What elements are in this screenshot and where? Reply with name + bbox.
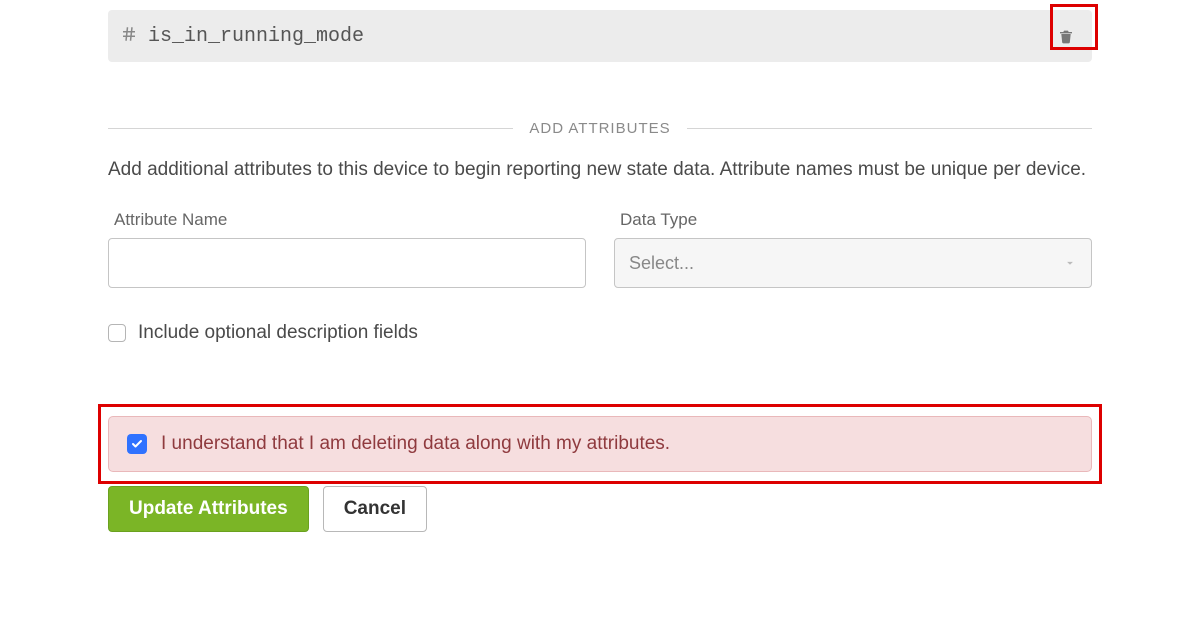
data-type-label: Data Type xyxy=(620,210,1092,230)
trash-icon xyxy=(1058,27,1074,45)
data-type-selected: Select... xyxy=(629,253,694,274)
attribute-row: is_in_running_mode xyxy=(108,10,1092,62)
check-icon xyxy=(131,438,143,450)
delete-confirm-checkbox[interactable] xyxy=(127,434,147,454)
delete-attribute-button[interactable] xyxy=(1052,27,1080,45)
data-type-select[interactable]: Select... xyxy=(614,238,1092,288)
update-attributes-button[interactable]: Update Attributes xyxy=(108,486,309,532)
delete-confirm-label[interactable]: I understand that I am deleting data alo… xyxy=(161,433,670,455)
delete-confirm-banner: I understand that I am deleting data alo… xyxy=(108,416,1092,472)
optional-description-label[interactable]: Include optional description fields xyxy=(138,322,418,344)
section-divider: ADD ATTRIBUTES xyxy=(108,120,1092,137)
section-description: Add additional attributes to this device… xyxy=(108,155,1092,184)
optional-description-checkbox[interactable] xyxy=(108,324,126,342)
hash-icon xyxy=(120,25,138,48)
section-heading: ADD ATTRIBUTES xyxy=(513,120,686,137)
attribute-name-label: Attribute Name xyxy=(114,210,586,230)
cancel-button[interactable]: Cancel xyxy=(323,486,427,532)
attribute-name-input[interactable] xyxy=(108,238,586,288)
chevron-down-icon xyxy=(1063,256,1077,270)
attribute-name: is_in_running_mode xyxy=(148,25,364,48)
